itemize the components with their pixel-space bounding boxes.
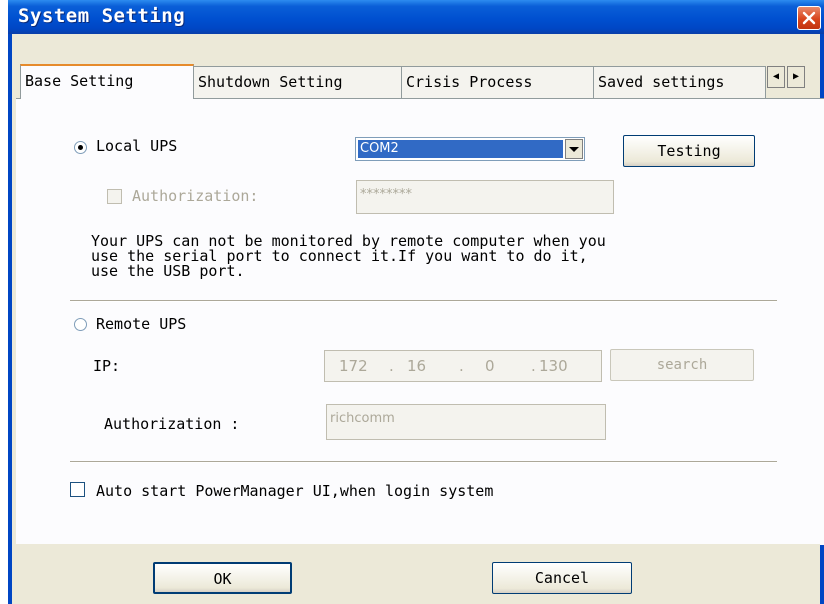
system-setting-dialog: System Setting Base Setting Shutdown Set… xyxy=(8,0,824,604)
local-authorization-checkbox[interactable] xyxy=(107,189,122,204)
testing-button[interactable]: Testing xyxy=(623,135,755,167)
local-authorization-label: Authorization: xyxy=(132,187,259,205)
tab-label: Base Setting xyxy=(25,72,134,90)
ip-dot-separator: . xyxy=(531,357,536,375)
tab-shutdown-setting[interactable]: Shutdown Setting xyxy=(193,66,402,98)
tab-label: Crisis Process xyxy=(406,73,533,91)
auto-start-label: Auto start PowerManager UI,when login sy… xyxy=(96,482,494,500)
ok-button[interactable]: OK xyxy=(153,562,292,594)
title-bar[interactable]: System Setting xyxy=(8,0,824,34)
ip-octet: 0 xyxy=(485,357,495,375)
close-button[interactable] xyxy=(797,6,821,30)
local-ups-radio[interactable] xyxy=(74,141,87,154)
triangle-right-icon: ▶ xyxy=(792,71,800,82)
tab-label: Shutdown Setting xyxy=(198,73,343,91)
ip-octet: 16 xyxy=(407,357,427,375)
radio-selected-dot xyxy=(78,145,83,150)
ip-label: IP: xyxy=(93,357,121,375)
tab-saved-settings[interactable]: Saved settings xyxy=(593,66,766,98)
local-ups-label: Local UPS xyxy=(96,137,178,155)
com-port-select[interactable]: COM2 xyxy=(355,137,585,161)
remote-authorization-field[interactable]: richcomm xyxy=(326,404,606,440)
divider xyxy=(70,300,777,302)
remote-ups-radio[interactable] xyxy=(74,318,87,331)
divider xyxy=(70,461,777,463)
close-icon xyxy=(802,11,816,25)
ip-octet: 130 xyxy=(539,357,568,375)
tab-scroll-left-button[interactable]: ◀ xyxy=(767,66,785,88)
ip-dot-separator: . xyxy=(459,357,464,375)
search-button[interactable]: search xyxy=(610,349,754,381)
tab-scroll-right-button[interactable]: ▶ xyxy=(787,66,805,88)
com-port-value: COM2 xyxy=(358,140,563,158)
ip-octet: 172 xyxy=(339,357,368,375)
note-line: use the USB port. xyxy=(91,262,245,280)
cancel-button[interactable]: Cancel xyxy=(492,562,632,594)
triangle-left-icon: ◀ xyxy=(772,71,780,82)
serial-port-note: Your UPS can not be monitored by remote … xyxy=(91,234,606,279)
tab-crisis-process[interactable]: Crisis Process xyxy=(401,66,594,98)
local-authorization-field[interactable]: ******** xyxy=(356,180,614,214)
remote-ups-label: Remote UPS xyxy=(96,315,187,333)
ip-address-field[interactable]: 172 . 16 . 0 . 130 xyxy=(324,350,602,382)
dropdown-button[interactable] xyxy=(565,139,583,159)
chevron-down-icon xyxy=(569,147,579,152)
dialog-button-area xyxy=(12,544,820,604)
remote-authorization-label: Authorization : xyxy=(104,415,240,433)
auto-start-checkbox[interactable] xyxy=(70,482,85,497)
ip-dot-separator: . xyxy=(389,357,394,375)
tab-label: Saved settings xyxy=(598,73,725,91)
window-title: System Setting xyxy=(18,5,186,27)
tab-base-setting[interactable]: Base Setting xyxy=(20,64,194,99)
window-left-border xyxy=(8,34,12,604)
